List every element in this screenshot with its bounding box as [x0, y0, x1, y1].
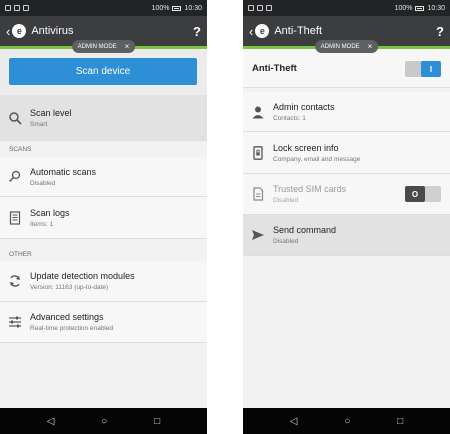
trusted-sim-item[interactable]: Trusted SIM cards Disabled O: [243, 174, 450, 215]
nav-home-icon[interactable]: ○: [101, 416, 107, 427]
help-button[interactable]: ?: [436, 24, 444, 39]
phone-lock-icon: [243, 145, 273, 160]
log-document-icon: [0, 210, 30, 225]
update-modules-title: Update detection modules: [30, 271, 135, 281]
nav-bar: ◁ ○ □: [0, 408, 207, 434]
notification-icon: [14, 5, 20, 11]
scan-device-button[interactable]: Scan device: [9, 58, 197, 85]
advanced-settings-item[interactable]: Advanced settings Real-time protection e…: [0, 302, 207, 343]
update-modules-version: Version: 11163 (up-to-date): [30, 284, 109, 291]
magnifier-icon: [0, 111, 30, 125]
page-title: Antivirus: [31, 25, 74, 37]
battery-percent: 100%: [394, 4, 413, 12]
close-icon[interactable]: ×: [368, 42, 373, 51]
eset-logo-icon: e: [255, 24, 270, 38]
admin-mode-label: ADMIN MODE: [77, 43, 117, 50]
notification-icon: [248, 5, 254, 11]
nav-home-icon[interactable]: ○: [344, 416, 350, 427]
admin-mode-label: ADMIN MODE: [320, 43, 360, 50]
lock-screen-subtitle: Company, email and message: [273, 155, 361, 163]
sliders-icon: [0, 315, 30, 329]
page-title: Anti-Theft: [274, 25, 323, 37]
admin-contacts-count: Contacts: 1: [273, 114, 306, 122]
antivirus-screen: 100% 10:30 ‹ e Antivirus ? ADMIN MODE × S…: [0, 0, 207, 434]
update-modules-item[interactable]: Update detection modules Version: 11163 …: [0, 261, 207, 302]
automatic-scans-title: Automatic scans: [30, 166, 97, 177]
trusted-sim-title: Trusted SIM cards: [273, 184, 347, 194]
trusted-sim-status: Disabled: [273, 197, 299, 204]
send-command-item[interactable]: Send command Disabled: [243, 215, 450, 256]
notification-icon: [266, 5, 272, 11]
advanced-settings-status: Real-time protection enabled: [30, 325, 114, 332]
person-icon: [243, 105, 273, 119]
nav-recents-icon[interactable]: □: [154, 416, 160, 427]
status-bar: 100% 10:30: [0, 0, 207, 16]
lock-screen-item[interactable]: Lock screen info Company, email and mess…: [243, 132, 450, 174]
send-command-status: Disabled: [273, 238, 299, 245]
toggle-knob: I: [421, 61, 441, 77]
nav-back-icon[interactable]: ◁: [47, 416, 55, 427]
scan-level-value: Smart: [30, 120, 48, 128]
nav-back-icon[interactable]: ◁: [290, 416, 298, 427]
section-scans: SCANS: [9, 146, 32, 153]
nav-recents-icon[interactable]: □: [397, 416, 403, 427]
scan-level-title: Scan level: [30, 107, 72, 118]
admin-contacts-title: Admin contacts: [273, 101, 335, 112]
scan-level-item[interactable]: Scan level Smart: [0, 95, 207, 141]
antitheft-toggle[interactable]: I: [405, 61, 441, 77]
admin-mode-chip[interactable]: ADMIN MODE ×: [71, 40, 136, 53]
antitheft-header: Anti-Theft I: [243, 49, 450, 88]
eset-logo-icon: e: [12, 24, 27, 38]
notification-icon: [5, 5, 11, 11]
send-icon: [243, 228, 273, 242]
sim-card-icon: [243, 187, 273, 201]
clock: 10:30: [427, 4, 445, 12]
scan-schedule-icon: [0, 170, 30, 184]
antitheft-screen: 100% 10:30 ‹ e Anti-Theft ? ADMIN MODE × …: [243, 0, 450, 434]
notification-icon: [257, 5, 263, 11]
clock: 10:30: [184, 4, 202, 12]
notification-icon: [23, 5, 29, 11]
scan-logs-title: Scan logs: [30, 207, 70, 218]
advanced-settings-title: Advanced settings: [30, 312, 104, 322]
battery-icon: [415, 5, 425, 11]
refresh-icon: [0, 274, 30, 288]
antitheft-header-label: Anti-Theft: [252, 62, 297, 74]
section-other: OTHER: [9, 251, 32, 258]
nav-bar: ◁ ○ □: [243, 408, 450, 434]
trusted-sim-toggle[interactable]: O: [405, 186, 441, 202]
back-icon[interactable]: ‹: [6, 25, 10, 38]
battery-percent: 100%: [151, 4, 170, 12]
help-button[interactable]: ?: [193, 24, 201, 39]
scan-logs-count: Items: 1: [30, 220, 54, 228]
admin-mode-chip[interactable]: ADMIN MODE ×: [314, 40, 379, 53]
admin-contacts-item[interactable]: Admin contacts Contacts: 1: [243, 92, 450, 132]
lock-screen-title: Lock screen info: [273, 142, 339, 153]
automatic-scans-item[interactable]: Automatic scans Disabled: [0, 157, 207, 197]
battery-icon: [172, 5, 182, 11]
toggle-knob: O: [405, 186, 425, 202]
send-command-title: Send command: [273, 225, 337, 235]
scan-logs-item[interactable]: Scan logs Items: 1: [0, 197, 207, 239]
close-icon[interactable]: ×: [125, 42, 130, 51]
automatic-scans-status: Disabled: [30, 179, 56, 187]
status-bar: 100% 10:30: [243, 0, 450, 16]
back-icon[interactable]: ‹: [249, 25, 253, 38]
